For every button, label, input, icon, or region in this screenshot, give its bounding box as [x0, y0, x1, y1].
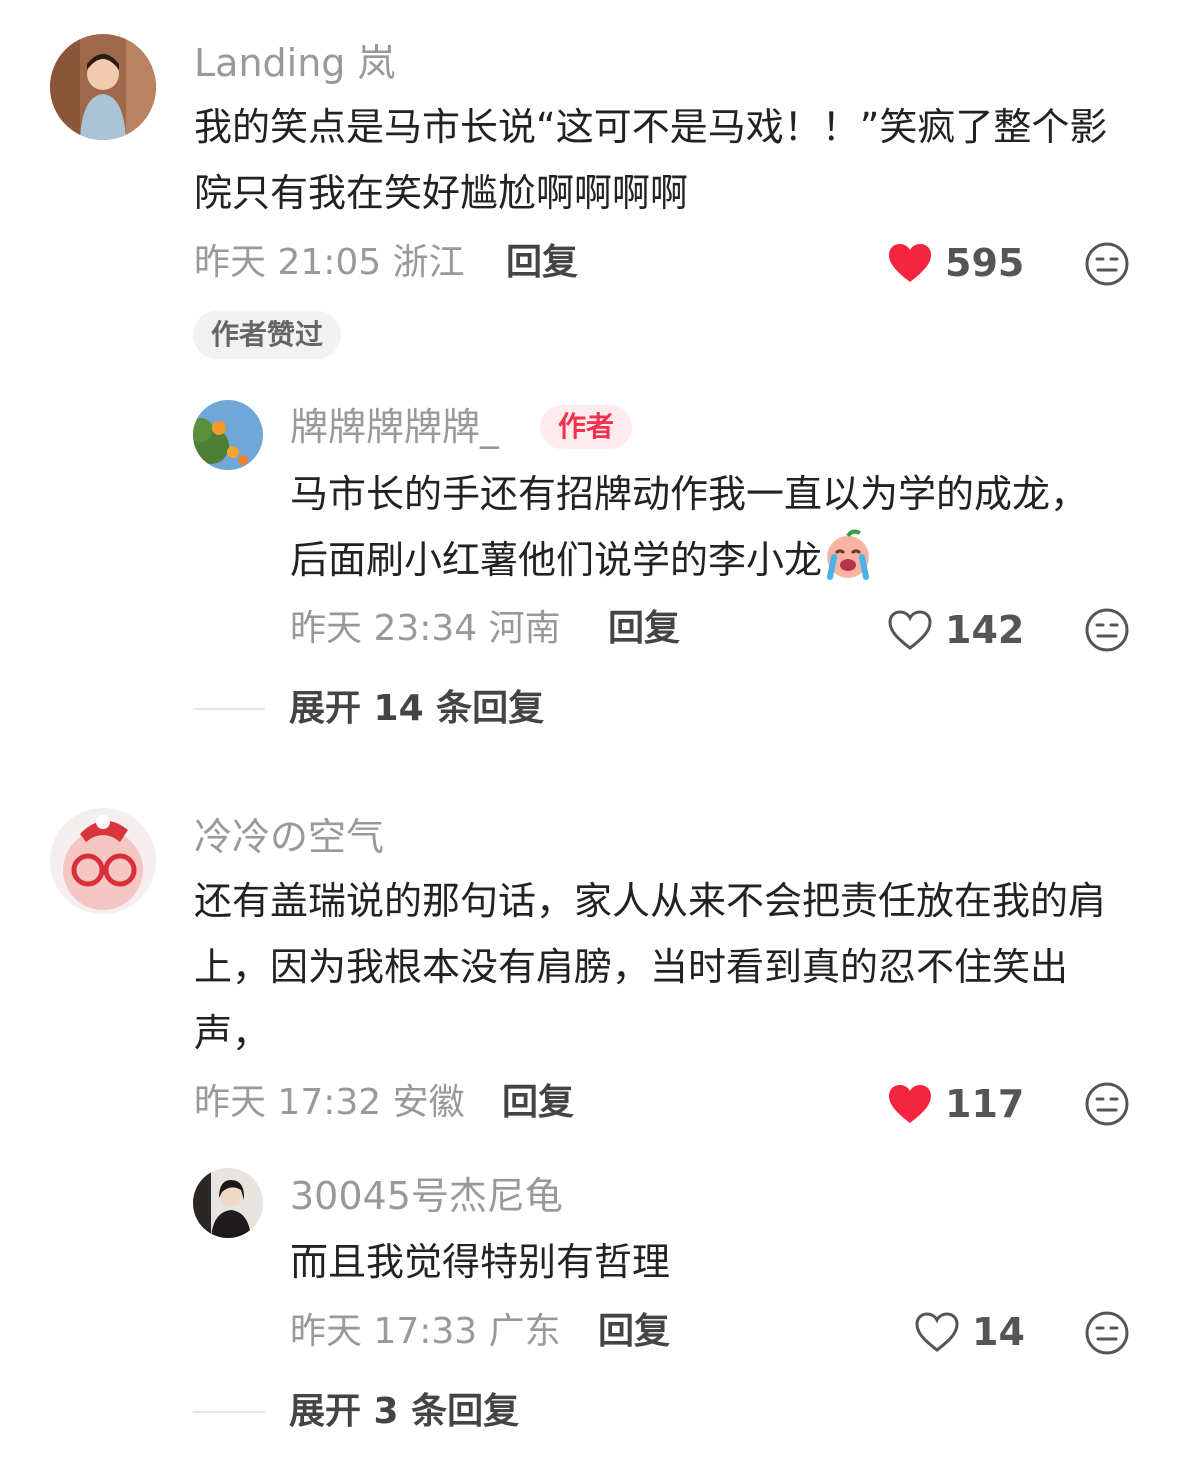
heart-outline-icon	[888, 610, 932, 650]
expand-replies-label: 展开 3 条回复	[289, 1391, 520, 1432]
reply-button[interactable]: 回复	[506, 245, 578, 281]
like-count: 117	[945, 1082, 1025, 1126]
comment-meta: 昨天 17:32 安徽	[194, 1085, 465, 1121]
reply-username[interactable]: 30045号杰尼龟	[290, 1177, 563, 1215]
reply-location: 河南	[488, 608, 561, 649]
heart-outline-icon	[915, 1312, 959, 1352]
like-button[interactable]: 14	[914, 1311, 1025, 1353]
reply-meta: 昨天 23:34 河南	[290, 611, 561, 647]
dislike-button[interactable]	[1084, 1310, 1130, 1356]
reply-time: 昨天 23:34	[290, 608, 478, 649]
expand-replies-button[interactable]: 展开 14 条回复	[193, 691, 544, 727]
reply-text: 马市长的手还有招牌动作我一直以为学的成龙，后面刷小红薯他们说学的李小龙	[290, 461, 1090, 593]
comment-location: 浙江	[392, 242, 465, 283]
reply-button[interactable]: 回复	[598, 1314, 670, 1350]
heart-filled-icon	[889, 244, 931, 282]
author-liked-badge: 作者赞过	[193, 311, 342, 359]
comment-text: 还有盖瑞说的那句话，家人从来不会把责任放在我的肩上，因为我根本没有肩膀，当时看到…	[194, 879, 1107, 1055]
reply-text: 而且我觉得特别有哲理	[290, 1240, 671, 1284]
reply-time: 昨天 17:33	[290, 1311, 478, 1352]
avatar[interactable]	[50, 34, 156, 140]
like-count: 142	[945, 608, 1025, 652]
avatar[interactable]	[193, 1168, 263, 1238]
comment-text: 我的笑点是马市长说“这可不是马戏！！”笑疯了整个影院只有我在笑好尴尬啊啊啊啊	[194, 105, 1108, 215]
like-button[interactable]: 595	[887, 242, 1024, 284]
divider	[193, 708, 265, 710]
avatar[interactable]	[193, 400, 263, 470]
reply-username[interactable]: 牌牌牌牌牌_	[290, 408, 499, 446]
crying-face-emoji-icon	[827, 529, 870, 580]
dislike-button[interactable]	[1084, 241, 1130, 287]
like-button[interactable]: 142	[887, 609, 1024, 651]
heart-filled-icon	[889, 1085, 931, 1123]
comment-time: 昨天 17:32	[194, 1082, 382, 1123]
like-button[interactable]: 117	[887, 1083, 1024, 1125]
reply-meta: 昨天 17:33 广东	[290, 1314, 561, 1350]
neutral-face-icon	[1085, 608, 1129, 652]
comment-time: 昨天 21:05	[194, 242, 382, 283]
reply-text-body: 马市长的手还有招牌动作我一直以为学的成龙，后面刷小红薯他们说学的李小龙	[290, 472, 1089, 582]
neutral-face-icon	[1085, 1082, 1129, 1126]
comment-location: 安徽	[392, 1082, 465, 1123]
author-tag: 作者	[540, 405, 633, 449]
like-count: 14	[972, 1310, 1025, 1354]
neutral-face-icon	[1085, 242, 1129, 286]
comment-meta: 昨天 21:05 浙江	[194, 245, 465, 281]
dislike-button[interactable]	[1084, 1081, 1130, 1127]
like-count: 595	[945, 241, 1025, 285]
neutral-face-icon	[1085, 1311, 1129, 1355]
expand-replies-label: 展开 14 条回复	[289, 688, 545, 729]
reply-button[interactable]: 回复	[502, 1085, 574, 1121]
comment-username[interactable]: Landing 岚	[194, 44, 396, 82]
reply-button[interactable]: 回复	[608, 611, 680, 647]
expand-replies-button[interactable]: 展开 3 条回复	[193, 1394, 519, 1430]
avatar[interactable]	[50, 808, 156, 914]
comment-username[interactable]: 冷冷の空气	[194, 818, 384, 856]
dislike-button[interactable]	[1084, 607, 1130, 653]
reply-location: 广东	[488, 1311, 561, 1352]
divider	[193, 1411, 265, 1413]
